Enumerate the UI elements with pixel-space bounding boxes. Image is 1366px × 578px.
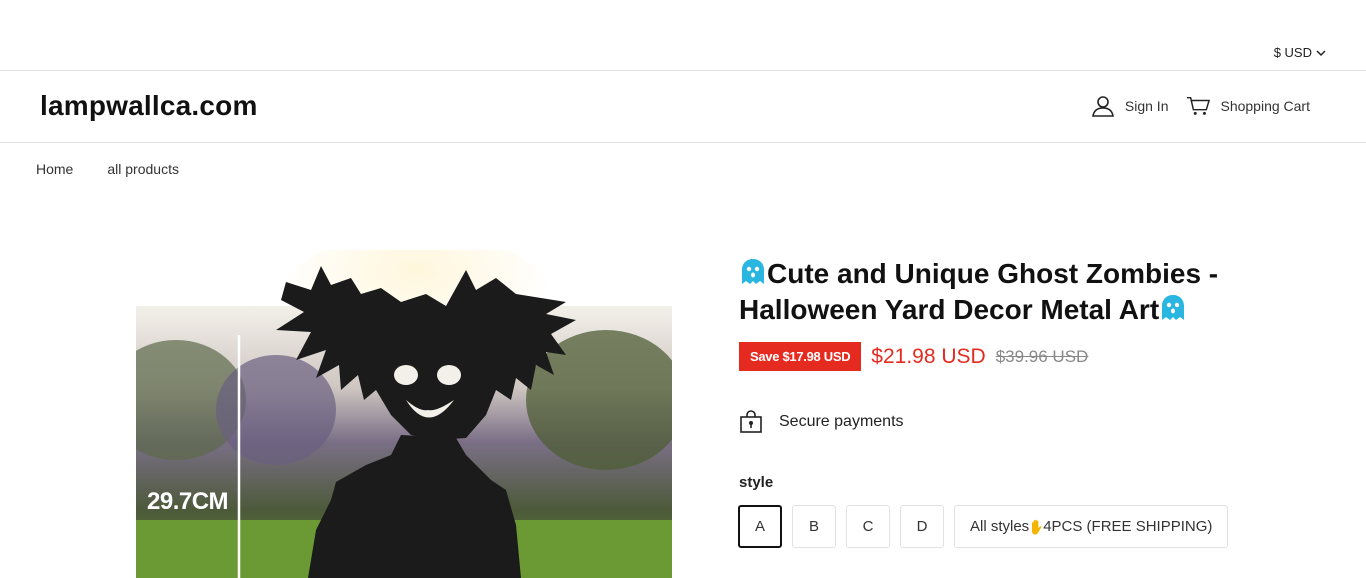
shopping-cart-link[interactable]: Shopping Cart xyxy=(1186,95,1310,117)
product-image[interactable]: 29.7CM xyxy=(136,250,672,578)
cart-icon xyxy=(1187,96,1211,115)
style-label: style xyxy=(739,474,774,491)
sale-price: $21.98 USD xyxy=(871,344,986,368)
size-label: 29.7CM xyxy=(147,488,229,515)
shopping-cart-label: Shopping Cart xyxy=(1220,98,1310,114)
price-row: Save $17.98 USD $21.98 USD $39.96 USD xyxy=(739,342,1088,371)
site-header: lampwallca.com Sign In Shopping Cart xyxy=(0,71,1366,143)
style-option-d[interactable]: D xyxy=(900,505,944,548)
save-badge: Save $17.98 USD xyxy=(739,342,862,371)
sign-in-label: Sign In xyxy=(1124,98,1169,114)
top-bar: $ USD xyxy=(0,0,1366,71)
style-option-b[interactable]: B xyxy=(792,505,836,548)
user-icon xyxy=(1091,96,1114,117)
header-actions: Sign In Shopping Cart xyxy=(1091,95,1310,117)
ghost-icon xyxy=(742,259,764,284)
currency-label: $ USD xyxy=(1273,45,1312,60)
breadcrumb-home[interactable]: Home xyxy=(36,161,73,177)
breadcrumb: Home all products xyxy=(36,161,179,177)
style-option-c[interactable]: C xyxy=(846,505,890,548)
compare-price: $39.96 USD xyxy=(995,346,1089,366)
title-line1: Cute and Unique Ghost Zombies - xyxy=(767,258,1219,289)
hand-icon xyxy=(1032,519,1042,534)
style-options: A B C D All styles 4PCS (FREE SHIPPING) xyxy=(738,505,1229,548)
free-shipping-label: 4PCS (FREE SHIPPING) xyxy=(1043,518,1213,535)
site-logo[interactable]: lampwallca.com xyxy=(40,90,258,122)
secure-payments: Secure payments xyxy=(739,410,904,434)
title-line2: Halloween Yard Decor Metal Art xyxy=(739,294,1160,325)
style-option-a[interactable]: A xyxy=(738,505,782,548)
zombie-silhouette-photo xyxy=(136,250,672,578)
secure-payments-label: Secure payments xyxy=(779,413,904,430)
breadcrumb-all-products[interactable]: all products xyxy=(107,161,179,177)
all-styles-label: All styles xyxy=(970,518,1030,535)
chevron-down-icon xyxy=(1316,49,1326,56)
currency-selector[interactable]: $ USD xyxy=(1274,45,1326,60)
style-option-all-styles[interactable]: All styles 4PCS (FREE SHIPPING) xyxy=(954,505,1229,548)
lock-bag-icon xyxy=(740,410,762,433)
product-title: Cute and Unique Ghost Zombies - Hallowee… xyxy=(739,256,1299,328)
sign-in-link[interactable]: Sign In xyxy=(1091,95,1169,117)
ghost-icon xyxy=(1162,295,1185,320)
